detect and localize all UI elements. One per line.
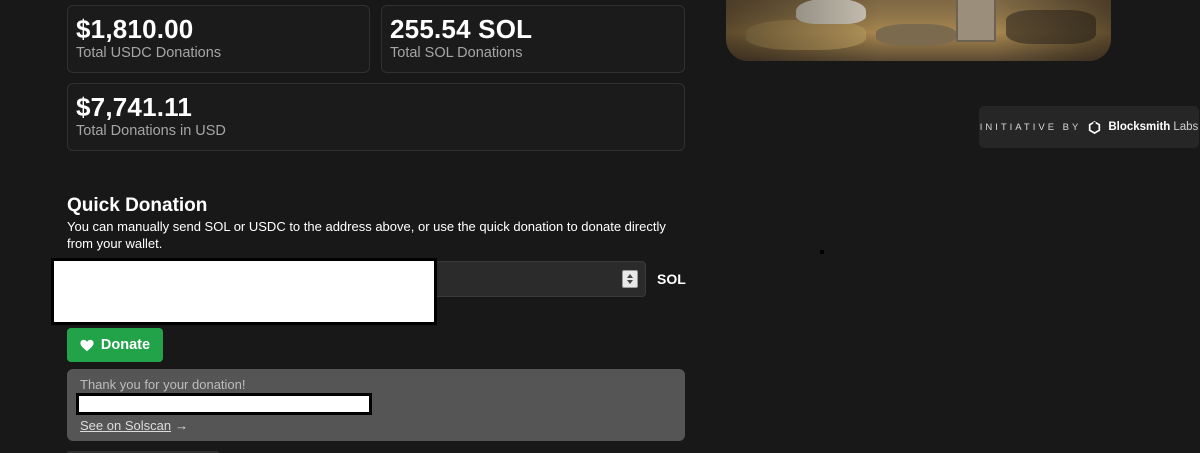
sol-donations-label: Total SOL Donations — [390, 45, 523, 61]
usdc-donations-value: $1,810.00 — [76, 14, 194, 44]
usd-donations-card: $7,741.11 Total Donations in USD — [67, 83, 685, 151]
heart-icon — [80, 339, 94, 351]
stray-dot — [820, 250, 824, 254]
brand-suffix: Labs — [1173, 121, 1199, 133]
stepper-down-icon[interactable] — [627, 280, 633, 284]
usdc-donations-label: Total USDC Donations — [76, 45, 222, 61]
solscan-link-label: See on Solscan — [80, 418, 172, 433]
redaction-box — [76, 393, 372, 415]
hero-photo — [726, 0, 1111, 61]
initiative-badge[interactable]: INITIATIVE BY Blocksmith Labs — [979, 106, 1199, 148]
donate-button-label: Donate — [100, 337, 151, 353]
currency-label: SOL — [657, 271, 686, 287]
sol-donations-card: 255.54 SOL Total SOL Donations — [381, 5, 685, 73]
redaction-box — [51, 258, 437, 325]
usd-donations-label: Total Donations in USD — [76, 123, 226, 139]
usdc-donations-card: $1,810.00 Total USDC Donations — [67, 5, 370, 73]
blocksmith-logo-icon — [1089, 120, 1101, 134]
amount-stepper[interactable] — [622, 270, 638, 288]
brand-name: Blocksmith — [1108, 121, 1171, 133]
sol-donations-value: 255.54 SOL — [390, 14, 533, 44]
initiative-prefix: INITIATIVE BY — [979, 121, 1082, 133]
confirmation-message: Thank you for your donation! — [80, 377, 246, 392]
arrow-right-icon: → — [175, 418, 189, 433]
donate-button[interactable]: Donate — [67, 328, 163, 362]
usd-donations-value: $7,741.11 — [76, 92, 193, 122]
quick-donation-description: You can manually send SOL or USDC to the… — [67, 219, 666, 251]
stepper-up-icon[interactable] — [627, 274, 633, 278]
solscan-link[interactable]: See on Solscan → — [80, 418, 188, 433]
quick-donation-title: Quick Donation — [67, 195, 208, 216]
